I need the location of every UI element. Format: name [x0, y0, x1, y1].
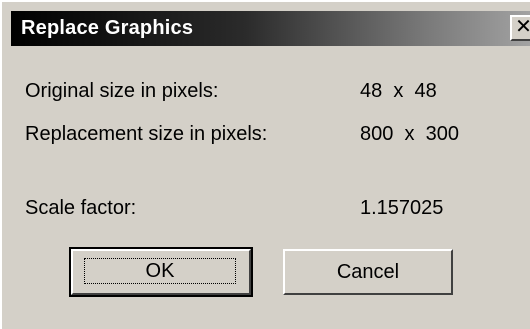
ok-button[interactable]: OK [69, 247, 253, 297]
scale-factor-value: 1.157025 [360, 197, 444, 219]
replacement-size-value: 800 x 300 [360, 123, 459, 145]
cancel-button[interactable]: Cancel [283, 249, 453, 295]
scale-factor-label: Scale factor: [25, 197, 137, 219]
original-size-label: Original size in pixels: [25, 80, 219, 102]
replacement-size-label: Replacement size in pixels: [25, 123, 268, 145]
title-bar[interactable]: Replace Graphics ✕ [11, 11, 530, 46]
replace-graphics-dialog: Replace Graphics ✕ Original size in pixe… [0, 0, 530, 329]
close-icon: ✕ [515, 16, 530, 38]
original-size-value: 48 x 48 [360, 80, 437, 102]
ok-button-focus-rect: OK [84, 258, 236, 284]
dialog-title: Replace Graphics [21, 17, 194, 39]
close-button[interactable]: ✕ [510, 15, 530, 41]
ok-button-label: OK [145, 260, 175, 282]
cancel-button-label: Cancel [336, 261, 400, 283]
